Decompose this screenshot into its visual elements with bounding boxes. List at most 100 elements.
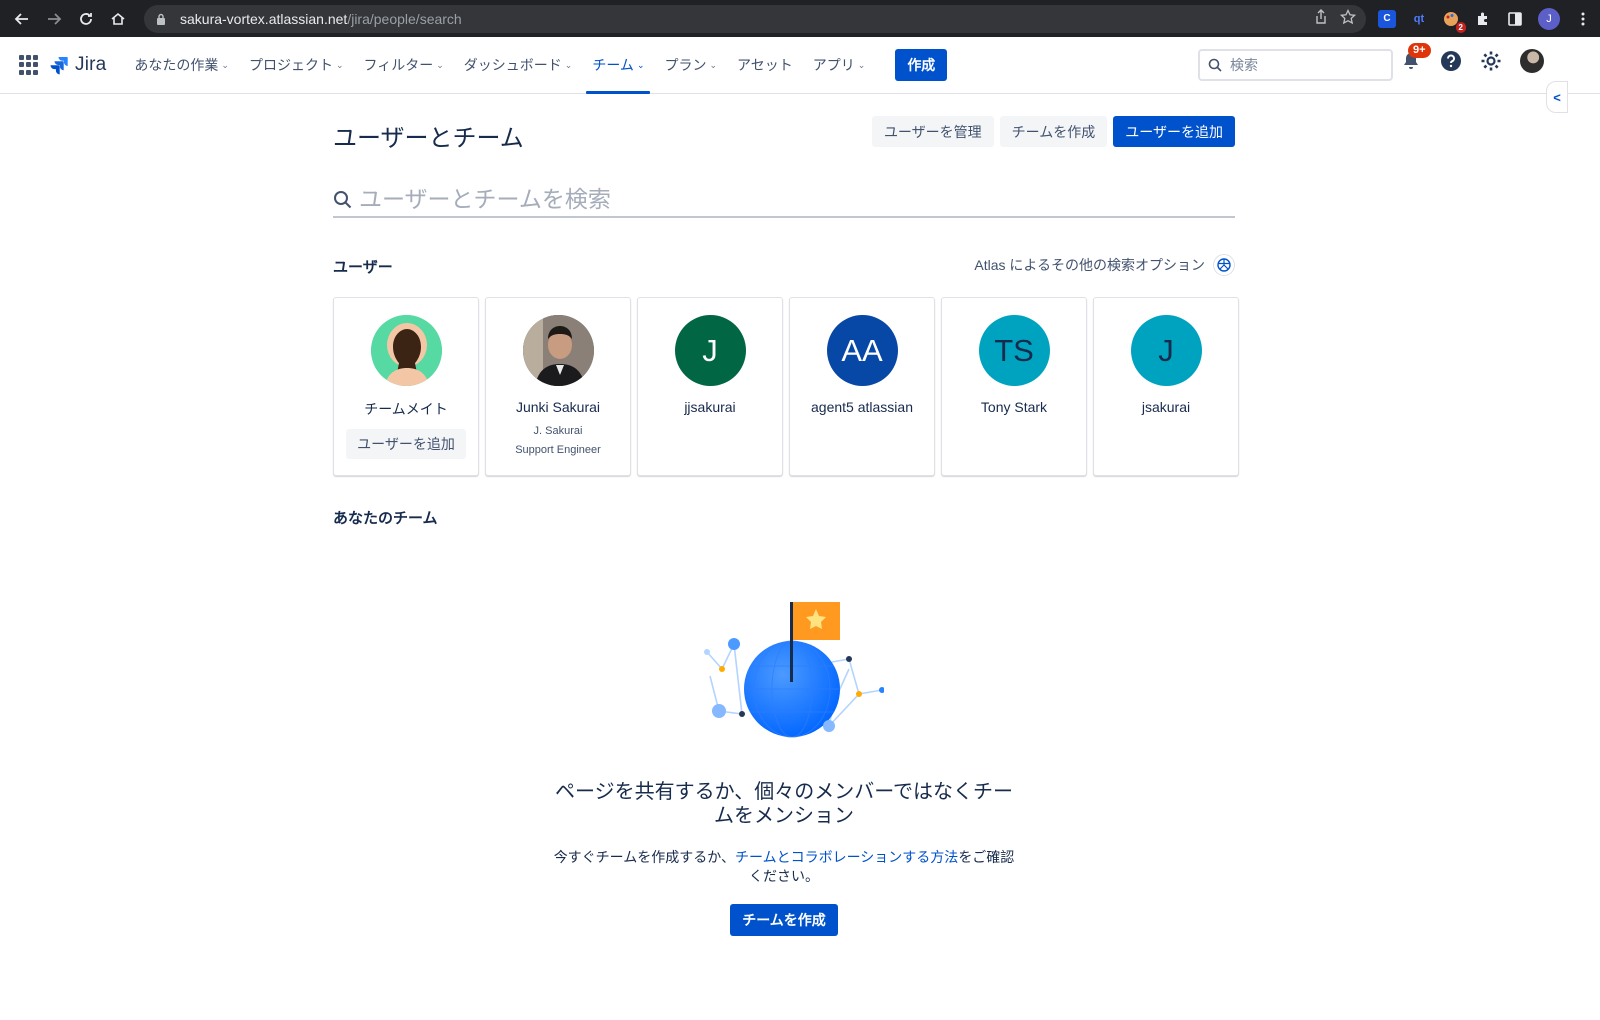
menu-teams[interactable]: チーム ⌄: [586, 37, 651, 94]
menu-filters[interactable]: フィルター ⌄: [358, 37, 450, 94]
user-card-name: Junki Sakurai: [515, 399, 601, 415]
notifications-bell-icon[interactable]: 9+: [1400, 43, 1431, 72]
empty-desc-text: 今すぐチームを作成するか、: [553, 849, 735, 865]
menu-your-work[interactable]: あなたの作業 ⌄: [128, 37, 235, 94]
main-menu: あなたの作業 ⌄ プロジェクト ⌄ フィルター ⌄ ダッシュボード ⌄ チーム ⌄ プラン…: [128, 37, 879, 94]
user-card-jjsakurai[interactable]: J jjsakurai: [637, 297, 783, 476]
user-card-junki-sakurai[interactable]: Junki Sakurai J. Sakurai Support Enginee…: [485, 297, 631, 476]
globe-flag-illustration: [704, 602, 884, 738]
empty-create-team-button[interactable]: チームを作成: [730, 904, 838, 936]
app-switcher-icon[interactable]: [19, 55, 39, 75]
lock-icon: [156, 12, 170, 26]
user-card-details: J. Sakurai Support Engineer: [515, 422, 601, 460]
team-collaboration-link[interactable]: チームとコラボレーションする方法: [735, 849, 958, 865]
menu-label: フィルター: [363, 57, 434, 73]
collapse-panel-button[interactable]: <: [1546, 81, 1568, 113]
user-card-name: jsakurai: [1141, 399, 1191, 415]
atlas-icon: [1213, 254, 1235, 276]
empty-state-description: 今すぐチームを作成するか、チームとコラボレーションする方法をご確認ください。: [549, 848, 1019, 886]
create-button[interactable]: 作成: [895, 49, 948, 81]
bookmark-star-icon[interactable]: [1339, 8, 1357, 28]
address-bar[interactable]: sakura-vortex.atlassian.net/jira/people/…: [144, 4, 1366, 33]
user-card-name: チームメイト: [364, 401, 448, 417]
create-team-button[interactable]: チームを作成: [999, 116, 1108, 147]
your-teams-section-title: あなたのチーム: [333, 510, 438, 527]
jira-top-nav: Jira あなたの作業 ⌄ プロジェクト ⌄ フィルター ⌄ ダッシュボード ⌄ チーム…: [0, 37, 1600, 113]
extension-qt-icon[interactable]: qt: [1410, 10, 1428, 28]
card-add-user-button[interactable]: ユーザーを追加: [346, 429, 466, 459]
home-icon[interactable]: [102, 3, 134, 35]
user-card-name: agent5 atlassian: [811, 399, 913, 415]
reload-icon[interactable]: [70, 3, 102, 35]
manage-users-button[interactable]: ユーザーを管理: [871, 116, 994, 147]
top-search-placeholder: 検索: [1230, 57, 1258, 73]
menu-projects[interactable]: プロジェクト ⌄: [243, 37, 350, 94]
user-card-job-title: Support Engineer: [515, 444, 601, 456]
menu-label: プラン: [664, 57, 707, 73]
menu-dashboards[interactable]: ダッシュボード ⌄: [458, 37, 579, 94]
search-icon: [333, 190, 355, 209]
extension-palette-icon[interactable]: 2: [1442, 10, 1466, 33]
add-users-button[interactable]: ユーザーを追加: [1113, 116, 1235, 147]
empty-state-title: ページを共有するか、個々のメンバーではなくチームをメンション: [555, 781, 1013, 827]
user-initials-avatar: J: [1130, 315, 1202, 386]
user-initials-avatar: AA: [826, 315, 898, 386]
people-search-input[interactable]: [359, 185, 1219, 213]
atlas-link-label: Atlas によるその他の検索オプション: [974, 257, 1205, 273]
browser-profile-avatar[interactable]: J: [1538, 7, 1560, 30]
user-card-teammate[interactable]: チームメイト ユーザーを追加: [333, 297, 479, 476]
menu-apps[interactable]: アプリ ⌄: [807, 37, 872, 94]
help-icon[interactable]: [1440, 50, 1462, 72]
user-initials-avatar: TS: [978, 315, 1050, 386]
settings-gear-icon[interactable]: [1480, 50, 1502, 72]
chevron-down-icon: ⌄: [857, 59, 866, 70]
browser-menu-icon[interactable]: [1574, 10, 1592, 28]
notifications-badge: 9+: [1408, 43, 1431, 58]
chevron-down-icon: ⌄: [221, 59, 229, 70]
user-cards: チームメイト ユーザーを追加 Junki Sakurai J. Sakurai …: [333, 297, 1239, 476]
extension-c-icon[interactable]: C: [1378, 9, 1396, 28]
top-search-input[interactable]: 検索: [1198, 49, 1393, 81]
puzzle-icon[interactable]: [1474, 10, 1492, 28]
menu-assets[interactable]: アセット: [731, 37, 799, 94]
jira-logo[interactable]: Jira: [49, 54, 106, 76]
user-card-name: jjsakurai: [684, 399, 736, 415]
chevron-down-icon: ⌄: [335, 59, 344, 70]
people-search-field: [333, 182, 1235, 218]
chevron-down-icon: ⌄: [436, 59, 444, 70]
menu-label: チーム: [592, 57, 634, 73]
user-card-tony-stark[interactable]: TS Tony Stark: [941, 297, 1087, 476]
forward-arrow-icon[interactable]: [38, 3, 70, 35]
chevron-down-icon: ⌄: [564, 59, 573, 70]
url-host: sakura-vortex.atlassian.net: [180, 10, 348, 27]
user-initials-avatar: J: [674, 315, 746, 386]
menu-label: あなたの作業: [134, 57, 219, 73]
menu-label: ダッシュボード: [463, 57, 562, 73]
atlas-search-options-link[interactable]: Atlas によるその他の検索オプション: [974, 254, 1235, 276]
menu-plans[interactable]: プラン ⌄: [658, 37, 723, 94]
share-icon[interactable]: [1314, 9, 1328, 28]
teammate-placeholder-avatar: [370, 315, 442, 386]
menu-label: アセット: [737, 57, 793, 73]
users-section-title: ユーザー: [333, 259, 393, 276]
browser-toolbar: sakura-vortex.atlassian.net/jira/people/…: [0, 0, 1600, 37]
chevron-down-icon: ⌄: [709, 59, 718, 70]
menu-label: プロジェクト: [248, 57, 333, 73]
user-photo-avatar: [522, 315, 594, 386]
user-card-agent5-atlassian[interactable]: AA agent5 atlassian: [789, 297, 935, 476]
user-card-name: Tony Stark: [980, 399, 1048, 415]
menu-label: アプリ: [812, 57, 855, 73]
side-panel-icon[interactable]: [1506, 10, 1524, 28]
user-avatar[interactable]: [1520, 49, 1544, 73]
search-icon: [1208, 58, 1222, 72]
back-arrow-icon[interactable]: [6, 3, 38, 35]
teams-empty-state: ページを共有するか、個々のメンバーではなくチームをメンション 今すぐチームを作成…: [333, 594, 1235, 936]
user-card-nickname: J. Sakurai: [533, 425, 583, 437]
page-title: ユーザーとチーム: [333, 125, 524, 152]
chevron-down-icon: ⌄: [636, 59, 645, 70]
extension-badge: 2: [1455, 21, 1466, 33]
user-card-jsakurai[interactable]: J jsakurai: [1093, 297, 1239, 476]
jira-logo-text: Jira: [75, 54, 107, 75]
url-path: /jira/people/search: [347, 10, 462, 27]
jira-logo-icon: [50, 57, 68, 75]
